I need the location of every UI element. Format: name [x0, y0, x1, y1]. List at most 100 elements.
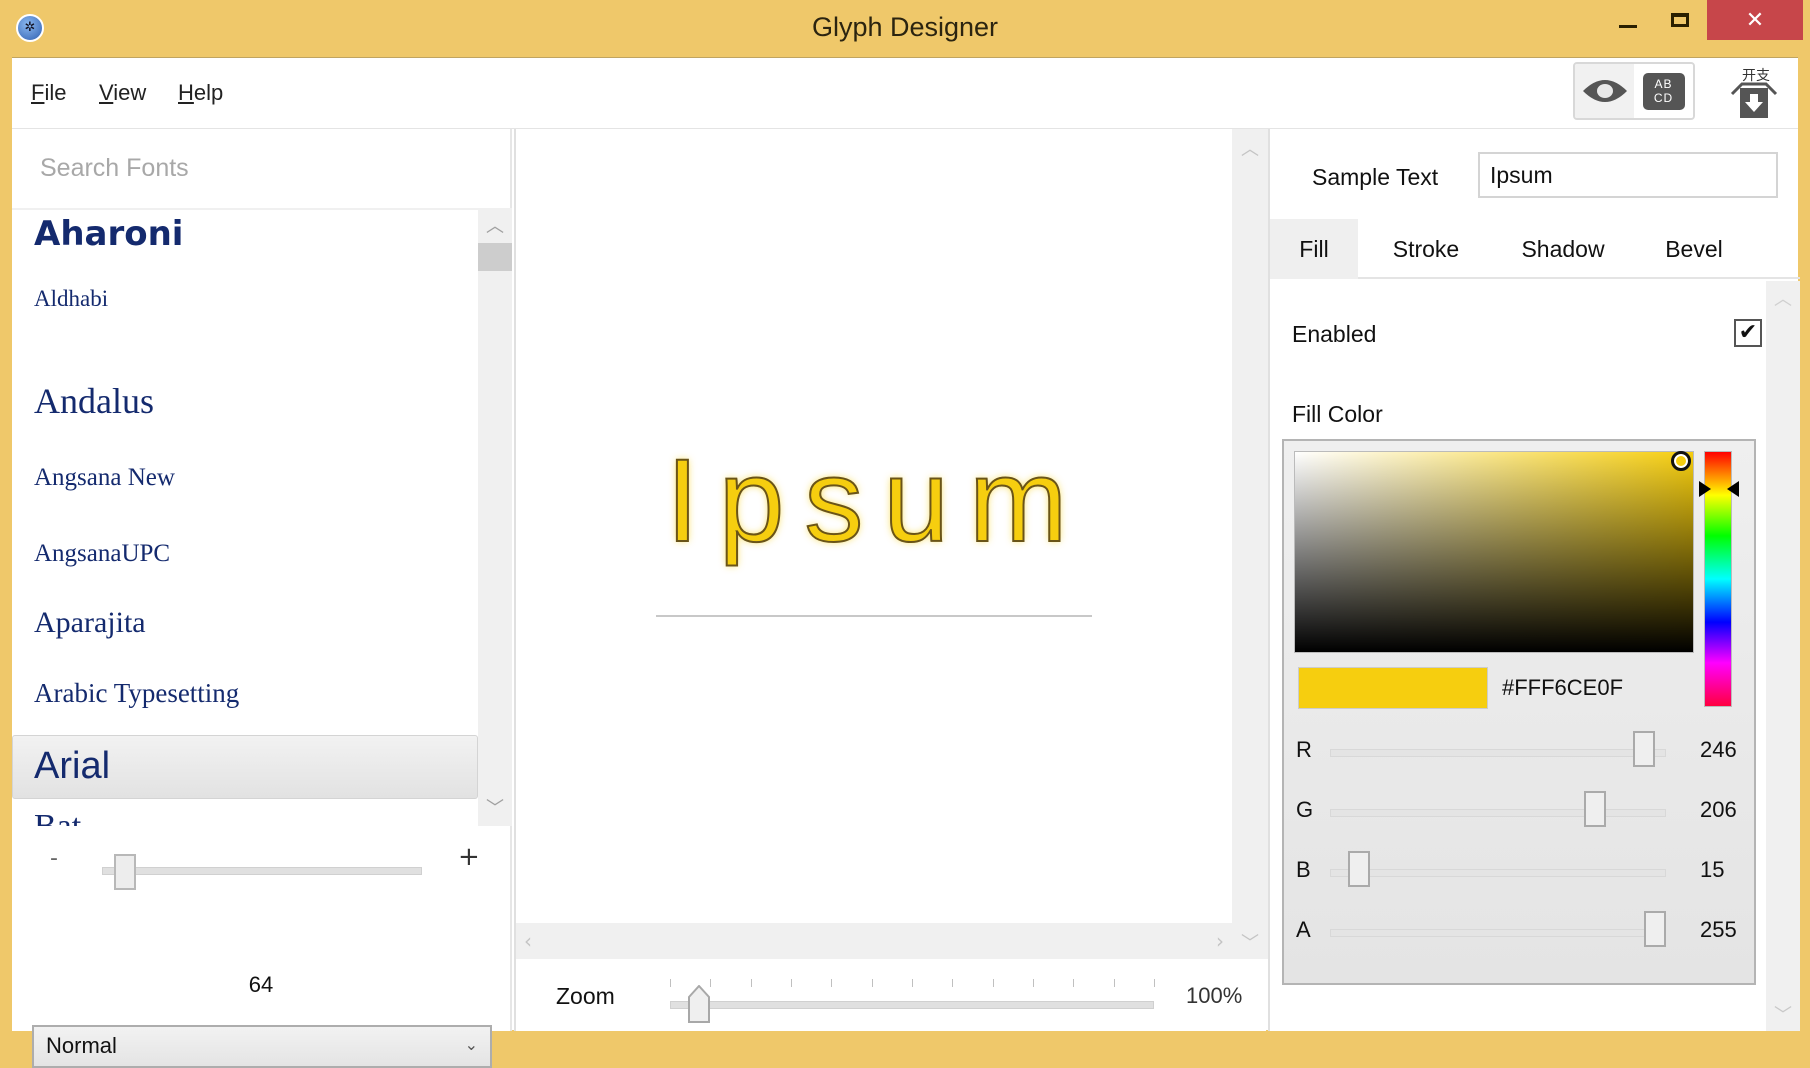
abcd-line2: CD: [1653, 90, 1674, 105]
font-item-arial-selected[interactable]: Arial: [12, 735, 478, 799]
font-panel: Aharoni Aldhabi Andalus Angsana New Angs…: [12, 129, 512, 1068]
channel-label-a: A: [1296, 917, 1311, 942]
channel-value-g: 206: [1700, 797, 1737, 822]
hue-marker-left-icon[interactable]: [1699, 481, 1711, 498]
tab-shadow[interactable]: Shadow: [1496, 219, 1630, 279]
menu-view[interactable]: View: [99, 80, 146, 106]
channel-row-b: B 15: [1284, 843, 1758, 903]
charset-toggle-button[interactable]: AB CD: [1634, 64, 1693, 118]
preview-toggle-button[interactable]: [1575, 64, 1634, 118]
font-item-angsana-new[interactable]: Angsana New: [34, 464, 175, 492]
sample-text-label: Sample Text: [1312, 164, 1439, 190]
zoom-value: 100%: [1186, 983, 1243, 1008]
color-selector-marker[interactable]: [1671, 451, 1691, 471]
fill-tab-content: Enabled ✔ Fill Color #FFF6CE0F R 246 G 2…: [1270, 281, 1766, 1031]
font-item-aldhabi[interactable]: Aldhabi: [34, 286, 108, 312]
preview-canvas: Ipsum: [516, 129, 1232, 923]
color-picker: #FFF6CE0F R 246 G 206 B 15 A 255: [1282, 439, 1756, 985]
zoom-tick: [710, 979, 712, 987]
scroll-up-icon[interactable]: ︿: [478, 212, 512, 242]
scroll-down-icon[interactable]: ﹀: [1766, 1001, 1800, 1027]
font-size-slider-thumb[interactable]: [113, 854, 136, 890]
zoom-tick: [670, 979, 671, 987]
scroll-up-icon[interactable]: ︿: [1766, 285, 1800, 311]
chevron-down-icon: ⌄: [464, 1037, 478, 1054]
channel-label-g: G: [1296, 797, 1314, 822]
zoom-slider-track[interactable]: [670, 1001, 1154, 1009]
font-item-aparajita[interactable]: Aparajita: [34, 606, 146, 640]
zoom-tick: [871, 979, 873, 987]
svg-text:开支: 开支: [1742, 68, 1770, 84]
size-increase-button[interactable]: +: [458, 842, 480, 872]
font-list-scrollbar[interactable]: ︿ ﹀: [478, 208, 512, 826]
channel-value-b: 15: [1700, 857, 1725, 882]
saturation-value-square[interactable]: [1294, 451, 1694, 653]
zoom-tick: [952, 979, 954, 987]
enabled-checkbox[interactable]: ✔: [1734, 319, 1762, 347]
properties-panel: Sample Text Fill Stroke Shadow Bevel Ena…: [1268, 129, 1800, 1031]
properties-scrollbar[interactable]: ︿ ﹀: [1766, 281, 1800, 1031]
menu-view-label: iew: [113, 80, 147, 105]
zoom-slider-thumb[interactable]: [688, 984, 711, 1023]
zoom-label: Zoom: [556, 983, 615, 1009]
check-icon: ✔: [1738, 320, 1758, 345]
tab-stroke[interactable]: Stroke: [1368, 219, 1484, 279]
menu-view-mnemonic: V: [99, 80, 114, 105]
channel-slider-track-g[interactable]: [1330, 809, 1666, 817]
main-window: File View Help ABCD 开支 Aharoni Aldhabi: [12, 57, 1800, 1068]
zoom-thumb-shape: [688, 984, 711, 1023]
channel-slider-track-b[interactable]: [1330, 869, 1666, 877]
zoom-tick: [1073, 979, 1075, 987]
channel-slider-track-a[interactable]: [1330, 929, 1666, 937]
zoom-tick: [1154, 979, 1155, 987]
channel-label-r: R: [1296, 737, 1312, 762]
maximize-icon: [1671, 13, 1689, 27]
channel-slider-thumb-r[interactable]: [1632, 731, 1655, 767]
channel-row-a: A 255: [1284, 903, 1758, 963]
font-item-partial[interactable]: Bat...: [34, 808, 107, 826]
font-size-slider-track[interactable]: [102, 867, 422, 875]
scroll-up-icon[interactable]: ︿: [1232, 135, 1268, 161]
view-toggle-group: AB CD: [1573, 62, 1695, 120]
font-item-andalus[interactable]: Andalus: [34, 380, 154, 422]
channel-value-r: 246: [1700, 737, 1737, 762]
canvas-vertical-scrollbar[interactable]: ︿ ﹀: [1232, 129, 1268, 959]
scroll-left-icon[interactable]: ‹: [524, 929, 532, 953]
channel-slider-thumb-a[interactable]: [1644, 911, 1666, 947]
channel-row-g: G 206: [1284, 783, 1758, 843]
hue-marker-right-icon[interactable]: [1727, 481, 1739, 498]
font-item-arabic-typesetting[interactable]: Arabic Typesetting: [34, 678, 239, 709]
channel-slider-thumb-b[interactable]: [1348, 851, 1371, 887]
close-button[interactable]: ✕: [1707, 0, 1803, 40]
font-list-scroll-thumb[interactable]: [478, 243, 512, 271]
menu-file-label: ile: [44, 80, 67, 105]
scroll-right-icon[interactable]: ›: [1216, 929, 1224, 953]
scroll-down-icon[interactable]: ﹀: [1232, 929, 1268, 955]
menu-file[interactable]: File: [31, 80, 66, 106]
zoom-row: Zoom 100%: [516, 959, 1268, 1031]
scroll-down-icon[interactable]: ﹀: [478, 794, 512, 824]
channel-row-r: R 246: [1284, 723, 1758, 783]
abcd-icon: AB CD: [1642, 72, 1685, 110]
channel-slider-thumb-g[interactable]: [1583, 791, 1606, 827]
fill-color-label: Fill Color: [1292, 401, 1383, 427]
menu-help-mnemonic: H: [178, 80, 194, 105]
export-button[interactable]: 开支: [1728, 64, 1780, 120]
canvas-horizontal-scrollbar[interactable]: ‹ ›: [516, 923, 1232, 959]
channel-slider-track-r[interactable]: [1330, 749, 1666, 757]
maximize-button[interactable]: [1648, 0, 1712, 40]
size-decrease-button[interactable]: -: [50, 846, 58, 871]
tab-bevel[interactable]: Bevel: [1638, 219, 1750, 279]
sample-text-input[interactable]: [1478, 152, 1778, 198]
effect-tabs: Fill Stroke Shadow Bevel: [1270, 219, 1800, 279]
preview-glyph-text: Ipsum: [665, 435, 1088, 567]
search-fonts-input[interactable]: [12, 129, 510, 208]
font-style-select[interactable]: Normal ⌄: [32, 1025, 492, 1068]
font-size-row: - +: [12, 826, 510, 906]
tab-fill[interactable]: Fill: [1270, 219, 1358, 279]
font-item-angsanaupc[interactable]: AngsanaUPC: [34, 540, 170, 568]
close-icon: ✕: [1745, 7, 1765, 33]
menu-help[interactable]: Help: [178, 80, 223, 106]
zoom-tick: [831, 979, 833, 987]
font-item-aharoni[interactable]: Aharoni: [34, 214, 183, 254]
